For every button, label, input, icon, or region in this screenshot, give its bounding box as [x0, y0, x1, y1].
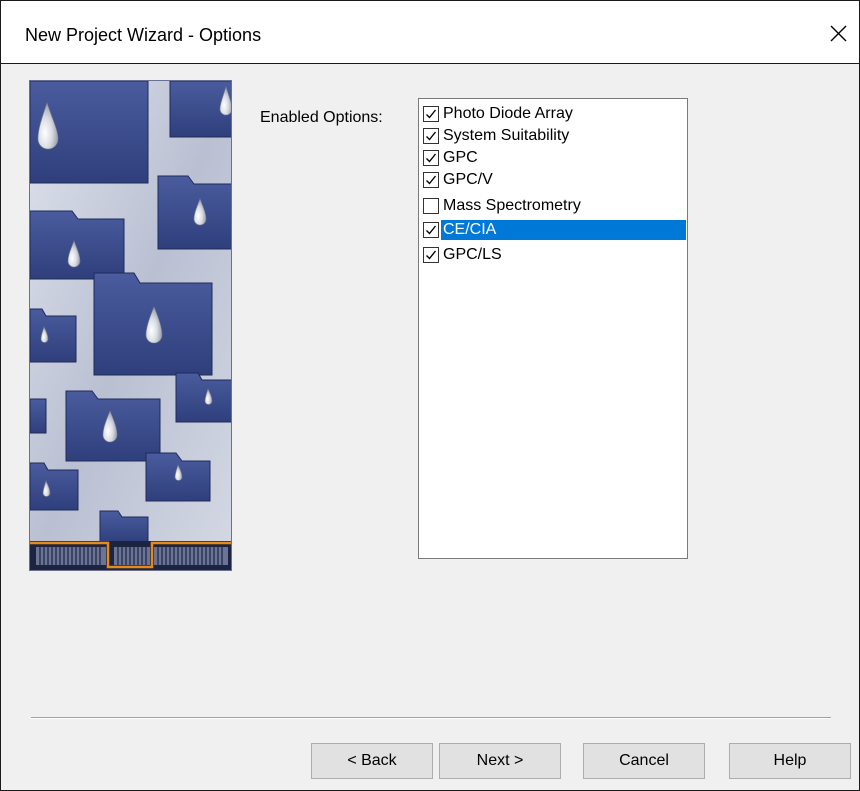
checkmark-icon: [426, 109, 437, 119]
wizard-dialog: New Project Wizard - Options Enabled Opt…: [0, 0, 860, 791]
option-photo-diode-array[interactable]: Photo Diode Array: [423, 103, 686, 125]
wizard-banner-image: [29, 80, 232, 571]
checkmark-icon: [426, 250, 437, 260]
option-label: System Suitability: [443, 127, 570, 144]
option-label: Mass Spectrometry: [443, 197, 581, 214]
folders-illustration: [30, 81, 231, 570]
checkmark-icon: [426, 175, 437, 185]
footer-separator: [31, 717, 831, 719]
back-button[interactable]: < Back: [311, 743, 433, 779]
help-button[interactable]: Help: [729, 743, 851, 779]
checkbox[interactable]: [423, 247, 439, 263]
option-label: Photo Diode Array: [443, 105, 573, 122]
checkbox[interactable]: [423, 106, 439, 122]
option-ce-cia[interactable]: CE/CIA: [423, 219, 686, 241]
checkmark-icon: [426, 153, 437, 163]
cancel-button[interactable]: Cancel: [583, 743, 705, 779]
checkbox[interactable]: [423, 198, 439, 214]
option-system-suitability[interactable]: System Suitability: [423, 125, 686, 147]
window-title: New Project Wizard - Options: [25, 25, 262, 45]
title-bar: New Project Wizard - Options: [1, 1, 859, 64]
option-gpc[interactable]: GPC: [423, 147, 686, 169]
close-button[interactable]: [823, 19, 853, 49]
next-button[interactable]: Next >: [439, 743, 561, 779]
option-mass-spectrometry[interactable]: Mass Spectrometry: [423, 195, 686, 217]
close-icon: [830, 25, 847, 42]
checkmark-icon: [426, 225, 437, 235]
checkbox[interactable]: [423, 222, 439, 238]
option-gpc-v[interactable]: GPC/V: [423, 169, 686, 191]
enabled-options-label: Enabled Options:: [260, 109, 383, 126]
option-label: GPC/LS: [443, 246, 502, 263]
enabled-options-list[interactable]: Photo Diode Array System Suitability GPC…: [418, 98, 688, 559]
checkbox[interactable]: [423, 172, 439, 188]
option-label: CE/CIA: [441, 220, 686, 240]
option-label: GPC/V: [443, 171, 493, 188]
checkmark-icon: [426, 131, 437, 141]
checkbox[interactable]: [423, 150, 439, 166]
option-gpc-ls[interactable]: GPC/LS: [423, 244, 686, 266]
option-label: GPC: [443, 149, 478, 166]
checkbox[interactable]: [423, 128, 439, 144]
